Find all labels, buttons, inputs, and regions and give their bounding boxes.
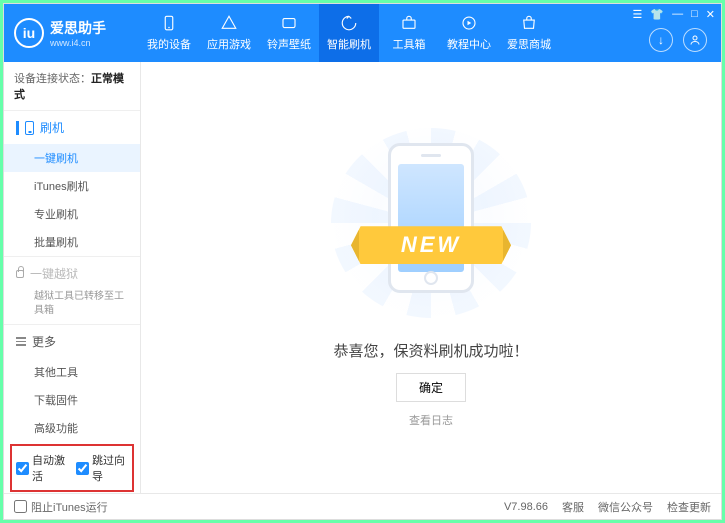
connection-status: 设备连接状态：正常模式 [4,62,140,110]
sidebar-item-oneclick[interactable]: 一键刷机 [4,144,140,172]
sidebar-head-more[interactable]: 更多 [4,325,140,358]
success-illustration: NEW [331,128,531,318]
jailbreak-note: 越狱工具已转移至工具箱 [4,290,140,324]
ok-button[interactable]: 确定 [396,373,466,402]
menu-icon[interactable]: ☰ [633,8,643,21]
section-jailbreak: 一键越狱 越狱工具已转移至工具箱 [4,256,140,324]
app-url: www.i4.cn [50,38,106,48]
options-box: 自动激活 跳过向导 [10,444,134,492]
sidebar-item-itunes[interactable]: iTunes刷机 [4,172,140,200]
nav-toolbox[interactable]: 工具箱 [379,4,439,62]
main-nav: 我的设备 应用游戏 铃声壁纸 智能刷机 工具箱 教程中心 爱思商城 [139,4,559,62]
nav-ringtones[interactable]: 铃声壁纸 [259,4,319,62]
wechat-link[interactable]: 微信公众号 [598,499,653,515]
main-content: NEW 恭喜您，保资料刷机成功啦！ 确定 查看日志 [141,62,721,493]
app-window: ☰ 👕 — □ ✕ iu 爱思助手 www.i4.cn 我的设备 应用游戏 铃声… [3,3,722,520]
nav-tutorials[interactable]: 教程中心 [439,4,499,62]
window-controls: ☰ 👕 — □ ✕ [633,8,715,21]
version-label: V7.98.66 [504,501,548,513]
view-log-link[interactable]: 查看日志 [409,412,453,428]
top-right-buttons: ↓ [649,28,707,52]
logo-icon: iu [14,18,44,48]
top-bar: ☰ 👕 — □ ✕ iu 爱思助手 www.i4.cn 我的设备 应用游戏 铃声… [4,4,721,62]
user-icon[interactable] [683,28,707,52]
sidebar: 设备连接状态：正常模式 刷机 一键刷机 iTunes刷机 专业刷机 批量刷机 一… [4,62,141,493]
section-more: 更多 其他工具 下载固件 高级功能 [4,324,140,442]
download-icon[interactable]: ↓ [649,28,673,52]
block-itunes-checkbox[interactable]: 阻止iTunes运行 [14,499,108,515]
skip-guide-checkbox[interactable]: 跳过向导 [76,452,128,484]
sidebar-item-advanced[interactable]: 高级功能 [4,414,140,442]
nav-apps[interactable]: 应用游戏 [199,4,259,62]
skin-icon[interactable]: 👕 [650,8,664,21]
auto-activate-checkbox[interactable]: 自动激活 [16,452,68,484]
sidebar-head-jailbreak[interactable]: 一键越狱 [4,257,140,290]
nav-store[interactable]: 爱思商城 [499,4,559,62]
nav-flash[interactable]: 智能刷机 [319,4,379,62]
hamburger-icon [16,337,26,346]
lock-icon [16,270,24,278]
success-message: 恭喜您，保资料刷机成功啦！ [333,340,528,361]
minimize-icon[interactable]: — [672,8,683,21]
logo: iu 爱思助手 www.i4.cn [14,18,139,48]
footer: 阻止iTunes运行 V7.98.66 客服 微信公众号 检查更新 [4,493,721,519]
phone-icon [25,121,34,135]
new-ribbon: NEW [351,226,511,264]
app-title: 爱思助手 [50,18,106,38]
close-icon[interactable]: ✕ [706,8,715,21]
nav-my-device[interactable]: 我的设备 [139,4,199,62]
sidebar-item-other[interactable]: 其他工具 [4,358,140,386]
sidebar-item-batch[interactable]: 批量刷机 [4,228,140,256]
sidebar-head-flash[interactable]: 刷机 [4,111,140,144]
check-update-link[interactable]: 检查更新 [667,499,711,515]
maximize-icon[interactable]: □ [691,8,698,21]
section-flash: 刷机 一键刷机 iTunes刷机 专业刷机 批量刷机 [4,110,140,256]
support-link[interactable]: 客服 [562,499,584,515]
sidebar-item-pro[interactable]: 专业刷机 [4,200,140,228]
sidebar-item-firmware[interactable]: 下载固件 [4,386,140,414]
body: 设备连接状态：正常模式 刷机 一键刷机 iTunes刷机 专业刷机 批量刷机 一… [4,62,721,493]
